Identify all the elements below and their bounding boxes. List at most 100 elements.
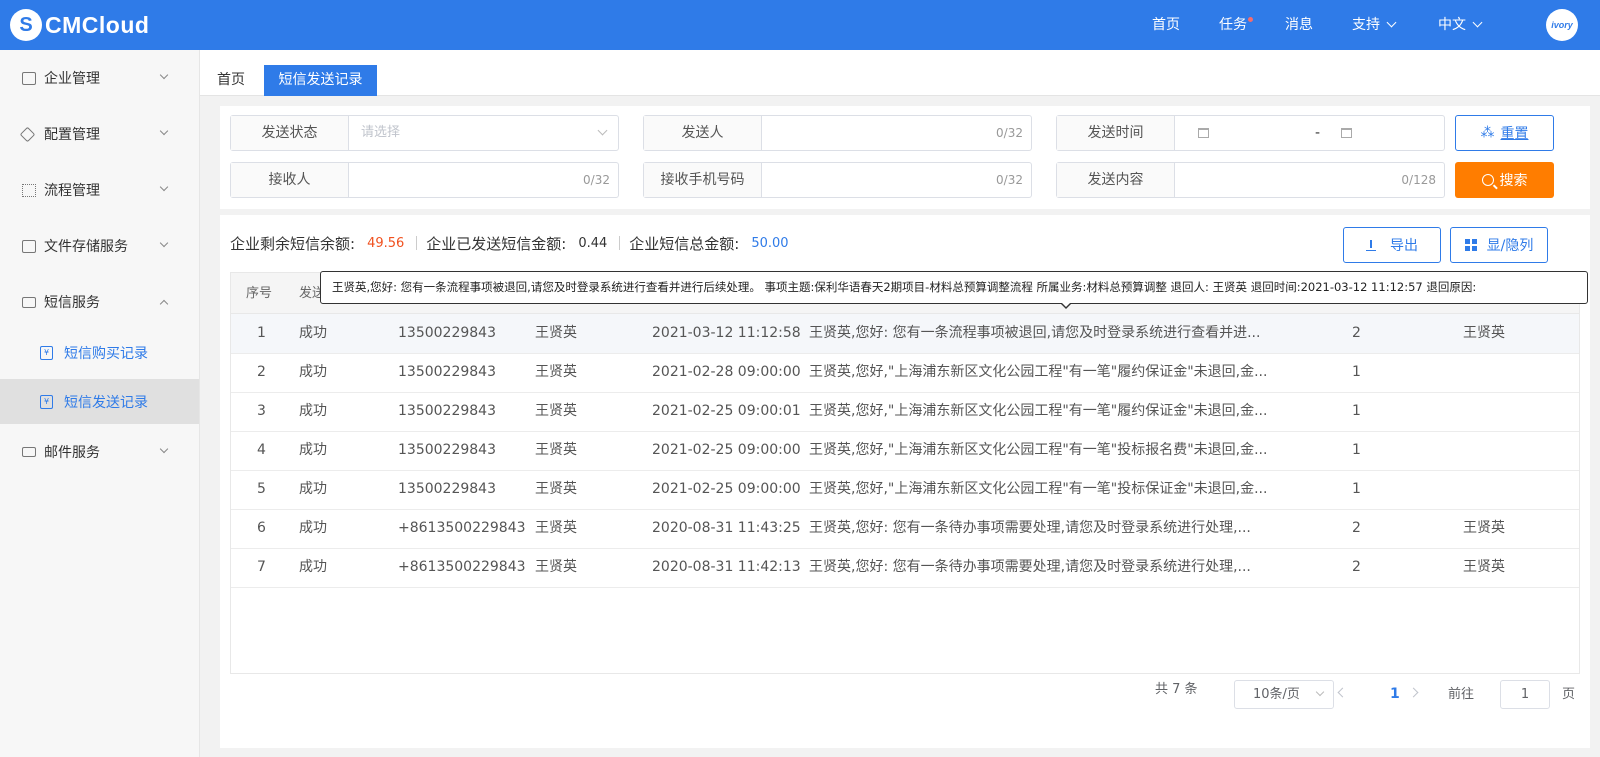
search-icon bbox=[1481, 174, 1494, 186]
chevron-down-icon bbox=[159, 182, 169, 192]
balance-value: 49.56 bbox=[367, 235, 405, 251]
receiver-label: 接收人 bbox=[231, 163, 349, 197]
id-card-icon bbox=[22, 447, 36, 457]
send-time-range[interactable]: 发送时间 - bbox=[1056, 115, 1445, 151]
table-row[interactable]: 1 成功 13500229843 王贤英 2021-03-12 11:12:58 王贤英,… bbox=[231, 314, 1579, 354]
cell-sms-count: 1 bbox=[1352, 403, 1361, 419]
table-row[interactable]: 5 成功 13500229843 王贤英 2021-02-25 09:00:00 王贤英,… bbox=[231, 470, 1579, 510]
sidebar-item-enterprise[interactable]: 企业管理 bbox=[0, 50, 199, 106]
cell-receiver: 王贤英 bbox=[535, 442, 577, 458]
prev-page-icon[interactable] bbox=[1337, 687, 1348, 698]
cell-status: 成功 bbox=[299, 325, 327, 341]
flow-icon bbox=[22, 183, 36, 197]
toggle-columns-label: 显/隐列 bbox=[1486, 238, 1534, 254]
sidebar-item-email[interactable]: 邮件服务 bbox=[0, 424, 199, 480]
sidebar-subitem-label: 短信发送记录 bbox=[64, 394, 148, 411]
sidebar-item-flow[interactable]: 流程管理 bbox=[0, 162, 199, 218]
cell-send-time: 2021-02-28 09:00:00 bbox=[652, 364, 801, 380]
sidebar-subitem-sms-send[interactable]: ¥ 短信发送记录 bbox=[0, 379, 199, 424]
cell-receiver: 王贤英 bbox=[535, 520, 577, 536]
cell-send-time: 2021-02-25 09:00:00 bbox=[652, 481, 801, 497]
content-tooltip: 王贤英,您好: 您有一条流程事项被退回,请您及时登录系统进行查看并进行后续处理。… bbox=[320, 271, 1588, 304]
sms-records-table: 序号 发送 1 成功 13500229843 王贤英 2021-03-12 11:12:… bbox=[230, 272, 1580, 674]
column-header-index: 序号 bbox=[246, 286, 273, 301]
cell-index: 1 bbox=[257, 325, 266, 341]
cell-content: 王贤英,您好,"上海浦东新区文化公园工程"有一笔"投标保证金"未退回,金... bbox=[809, 481, 1268, 497]
nav-language[interactable]: 中文 bbox=[1438, 0, 1483, 50]
receiver-phone-label: 接收手机号码 bbox=[644, 163, 762, 197]
receiver-char-count: 0/32 bbox=[583, 173, 610, 187]
sidebar-item-config[interactable]: 配置管理 bbox=[0, 106, 199, 162]
next-page-icon[interactable] bbox=[1408, 687, 1419, 698]
send-status-placeholder: 请选择 bbox=[361, 125, 401, 140]
chevron-down-icon bbox=[159, 444, 169, 454]
table-row[interactable]: 4 成功 13500229843 王贤英 2021-02-25 09:00:00 王贤英,… bbox=[231, 431, 1579, 471]
cell-index: 5 bbox=[257, 481, 266, 497]
cell-content: 王贤英,您好: 您有一条待办事项需要处理,请您及时登录系统进行处理,... bbox=[809, 559, 1251, 575]
pagination-total: 共 7 条 bbox=[1155, 682, 1198, 697]
cell-index: 2 bbox=[257, 364, 266, 380]
page-suffix: 页 bbox=[1562, 687, 1576, 702]
nav-tasks[interactable]: 任务 bbox=[1219, 0, 1253, 50]
cell-status: 成功 bbox=[299, 403, 327, 419]
send-status-select[interactable]: 发送状态 请选择 bbox=[230, 115, 619, 151]
sidebar-item-label: 邮件服务 bbox=[44, 445, 100, 461]
chevron-down-icon bbox=[1386, 17, 1397, 28]
toggle-columns-button[interactable]: 显/隐列 bbox=[1450, 227, 1548, 263]
chevron-down-icon bbox=[159, 126, 169, 136]
cell-receiver: 王贤英 bbox=[535, 364, 577, 380]
reset-button[interactable]: ⁂ 重置 bbox=[1455, 115, 1554, 151]
grid-icon bbox=[1464, 239, 1477, 251]
cell-receiver: 王贤英 bbox=[535, 403, 577, 419]
logo[interactable]: S CMCloud bbox=[10, 9, 149, 41]
table-row[interactable]: 6 成功 +8613500229843 王贤英 2020-08-31 11:43:25 王… bbox=[231, 509, 1579, 549]
cell-phone: 13500229843 bbox=[398, 481, 496, 497]
sidebar-item-label: 配置管理 bbox=[44, 127, 100, 143]
yen-receipt-icon: ¥ bbox=[40, 345, 53, 360]
avatar[interactable]: ivory bbox=[1546, 9, 1578, 41]
table-row[interactable]: 2 成功 13500229843 王贤英 2021-02-28 09:00:00 王贤英,… bbox=[231, 353, 1579, 393]
sidebar-item-sms[interactable]: 短信服务 bbox=[0, 274, 199, 330]
cell-sender: 王贤英 bbox=[1463, 559, 1505, 575]
export-button[interactable]: 导出 bbox=[1343, 227, 1441, 263]
table-row[interactable]: 7 成功 +8613500229843 王贤英 2020-08-31 11:42:13 王… bbox=[231, 548, 1579, 588]
sender-field[interactable]: 发送人 0/32 bbox=[643, 115, 1032, 151]
sent-amount-value: 0.44 bbox=[578, 235, 608, 251]
receiver-phone-char-count: 0/32 bbox=[996, 173, 1023, 187]
tab-sms-send-records[interactable]: 短信发送记录 bbox=[264, 65, 377, 96]
sidebar-item-file-storage[interactable]: 文件存储服务 bbox=[0, 218, 199, 274]
receiver-field[interactable]: 接收人 0/32 bbox=[230, 162, 619, 198]
sidebar: 企业管理 配置管理 流程管理 文件存储服务 短信服务 ¥ 短信购买记录 ¥ 短信… bbox=[0, 50, 200, 757]
search-button[interactable]: 搜索 bbox=[1455, 162, 1554, 198]
send-status-label: 发送状态 bbox=[231, 116, 349, 150]
cell-phone: 13500229843 bbox=[398, 442, 496, 458]
cell-status: 成功 bbox=[299, 559, 327, 575]
tab-home[interactable]: 首页 bbox=[217, 65, 247, 96]
goto-page-input[interactable]: 1 bbox=[1500, 680, 1550, 709]
cell-phone: +8613500229843 bbox=[398, 559, 526, 575]
divider bbox=[416, 236, 418, 250]
cell-phone: 13500229843 bbox=[398, 325, 496, 341]
nav-messages[interactable]: 消息 bbox=[1285, 0, 1313, 50]
cell-receiver: 王贤英 bbox=[535, 559, 577, 575]
nav-tasks-label: 任务 bbox=[1219, 17, 1247, 33]
cell-sms-count: 1 bbox=[1352, 481, 1361, 497]
download-icon bbox=[1366, 239, 1376, 251]
cell-send-time: 2021-03-12 11:12:58 bbox=[652, 325, 801, 341]
content-field[interactable]: 发送内容 0/128 bbox=[1056, 162, 1445, 198]
nav-support[interactable]: 支持 bbox=[1352, 0, 1397, 50]
sidebar-item-label: 文件存储服务 bbox=[44, 239, 128, 255]
current-page[interactable]: 1 bbox=[1390, 680, 1400, 709]
nav-support-label: 支持 bbox=[1352, 17, 1380, 33]
receiver-phone-field[interactable]: 接收手机号码 0/32 bbox=[643, 162, 1032, 198]
table-row[interactable]: 3 成功 13500229843 王贤英 2021-02-25 09:00:01 王贤英,… bbox=[231, 392, 1579, 432]
cell-content: 王贤英,您好,"上海浦东新区文化公园工程"有一笔"履约保证金"未退回,金... bbox=[809, 403, 1268, 419]
sidebar-subitem-sms-purchase[interactable]: ¥ 短信购买记录 bbox=[0, 330, 199, 375]
download-box-icon bbox=[22, 239, 36, 253]
page-size-select[interactable]: 10条/页 bbox=[1234, 680, 1334, 709]
chevron-down-icon bbox=[159, 238, 169, 248]
cell-sms-count: 2 bbox=[1352, 559, 1361, 575]
nav-home[interactable]: 首页 bbox=[1152, 0, 1180, 50]
cell-sms-count: 1 bbox=[1352, 364, 1361, 380]
sender-char-count: 0/32 bbox=[996, 126, 1023, 140]
